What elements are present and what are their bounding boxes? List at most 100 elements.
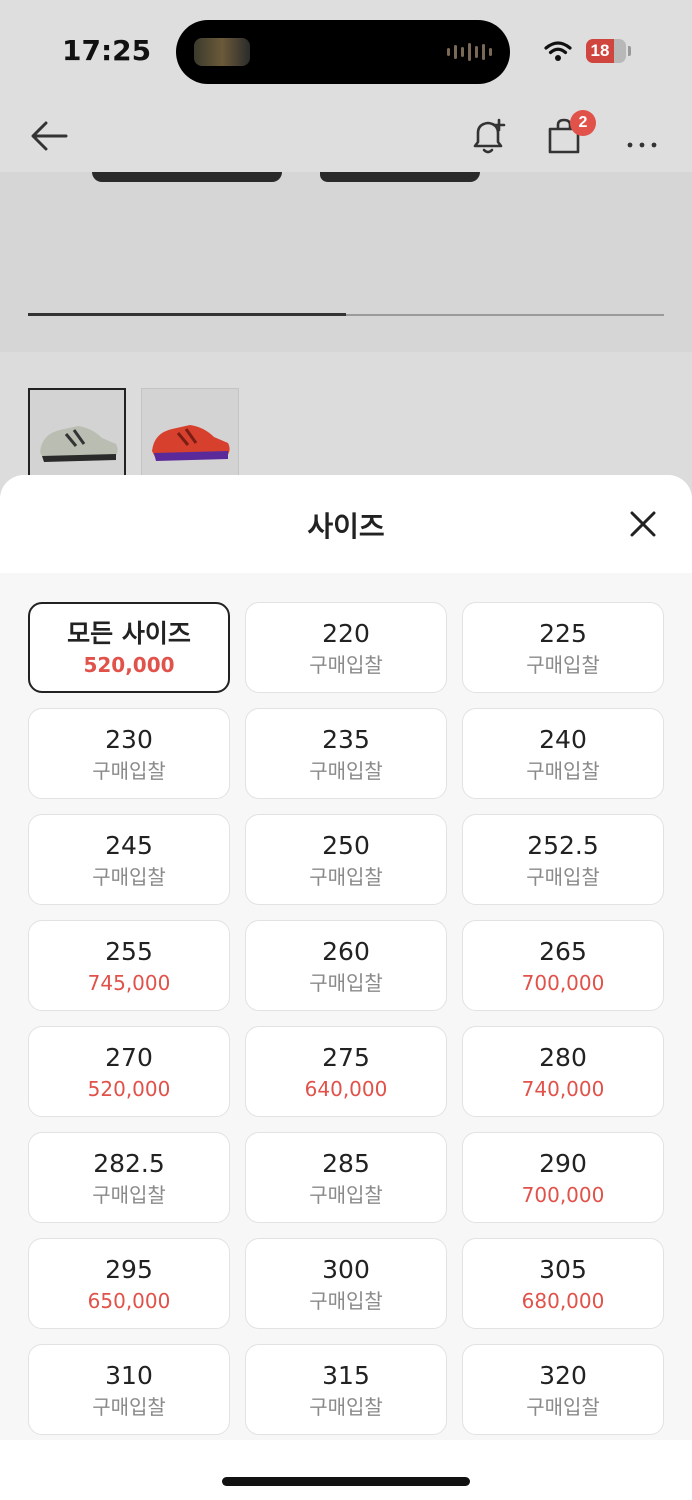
size-bid-label: 구매입찰 — [309, 653, 383, 677]
size-bottom-sheet: 사이즈 모든 사이즈 520,000 220 구매입찰 225 구매입찰 230 구매입찰 23… — [0, 475, 692, 1500]
size-bid-label: 구매입찰 — [526, 1395, 600, 1419]
sneaker-thumbnail-image — [40, 426, 118, 462]
size-label: 250 — [322, 831, 370, 860]
size-bid-label: 구매입찰 — [92, 1183, 166, 1207]
size-label: 270 — [105, 1043, 153, 1072]
size-bid-label: 구매입찰 — [309, 1183, 383, 1207]
close-icon[interactable] — [626, 507, 660, 541]
size-option[interactable]: 265 700,000 — [462, 920, 664, 1011]
size-price: 700,000 — [521, 971, 605, 995]
size-option[interactable]: 240 구매입찰 — [462, 708, 664, 799]
size-label: 240 — [539, 725, 587, 754]
battery-level: 18 — [590, 41, 610, 60]
size-option[interactable]: 220 구매입찰 — [245, 602, 447, 693]
size-option[interactable]: 252.5 구매입찰 — [462, 814, 664, 905]
size-label: 모든 사이즈 — [67, 619, 191, 648]
size-bid-label: 구매입찰 — [309, 759, 383, 783]
size-option[interactable]: 290 700,000 — [462, 1132, 664, 1223]
size-option[interactable]: 255 745,000 — [28, 920, 230, 1011]
home-indicator[interactable] — [222, 1477, 470, 1486]
wifi-icon — [544, 41, 572, 61]
size-label: 245 — [105, 831, 153, 860]
size-option[interactable]: 285 구매입찰 — [245, 1132, 447, 1223]
product-thumbnail[interactable] — [28, 388, 126, 486]
size-label: 280 — [539, 1043, 587, 1072]
size-option[interactable]: 모든 사이즈 520,000 — [28, 602, 230, 693]
size-option[interactable]: 225 구매입찰 — [462, 602, 664, 693]
arrow-left-icon[interactable] — [26, 112, 74, 160]
size-option[interactable]: 295 650,000 — [28, 1238, 230, 1329]
size-price: 640,000 — [304, 1077, 388, 1101]
size-option[interactable]: 305 680,000 — [462, 1238, 664, 1329]
size-label: 285 — [322, 1149, 370, 1178]
size-label: 295 — [105, 1255, 153, 1284]
size-option[interactable]: 235 구매입찰 — [245, 708, 447, 799]
size-price: 745,000 — [87, 971, 171, 995]
size-price: 650,000 — [87, 1289, 171, 1313]
size-label: 275 — [322, 1043, 370, 1072]
now-playing-thumbnail — [194, 38, 250, 66]
cart-count-badge: 2 — [570, 110, 596, 136]
size-bid-label: 구매입찰 — [309, 1289, 383, 1313]
image-progress-track — [28, 313, 664, 316]
product-image-carousel[interactable] — [0, 172, 692, 352]
size-bid-label: 구매입찰 — [309, 971, 383, 995]
size-bid-label: 구매입찰 — [92, 759, 166, 783]
battery-nub — [628, 46, 631, 56]
size-option[interactable]: 310 구매입찰 — [28, 1344, 230, 1435]
size-label: 300 — [322, 1255, 370, 1284]
size-option[interactable]: 270 520,000 — [28, 1026, 230, 1117]
home-indicator-area — [0, 1440, 692, 1500]
bell-plus-icon[interactable] — [464, 112, 512, 160]
product-image — [92, 172, 282, 182]
status-time: 17:25 — [62, 34, 152, 67]
size-label: 230 — [105, 725, 153, 754]
sheet-header: 사이즈 — [0, 475, 692, 573]
size-label: 310 — [105, 1361, 153, 1390]
size-option[interactable]: 280 740,000 — [462, 1026, 664, 1117]
size-bid-label: 구매입찰 — [526, 865, 600, 889]
size-bid-label: 구매입찰 — [309, 1395, 383, 1419]
size-label: 282.5 — [93, 1149, 165, 1178]
size-option[interactable]: 250 구매입찰 — [245, 814, 447, 905]
status-bar: 17:25 18 — [0, 0, 692, 100]
size-option[interactable]: 282.5 구매입찰 — [28, 1132, 230, 1223]
size-price: 700,000 — [521, 1183, 605, 1207]
size-option[interactable]: 275 640,000 — [245, 1026, 447, 1117]
size-price: 520,000 — [87, 1077, 171, 1101]
battery-icon: 18 — [586, 39, 614, 63]
size-label: 320 — [539, 1361, 587, 1390]
size-option[interactable]: 245 구매입찰 — [28, 814, 230, 905]
size-label: 252.5 — [527, 831, 599, 860]
size-label: 290 — [539, 1149, 587, 1178]
size-label: 305 — [539, 1255, 587, 1284]
size-option[interactable]: 230 구매입찰 — [28, 708, 230, 799]
size-label: 315 — [322, 1361, 370, 1390]
more-horizontal-icon[interactable] — [618, 112, 666, 160]
image-progress-fill — [28, 313, 346, 316]
dynamic-island[interactable] — [176, 20, 510, 84]
size-option[interactable]: 300 구매입찰 — [245, 1238, 447, 1329]
size-option[interactable]: 320 구매입찰 — [462, 1344, 664, 1435]
size-label: 220 — [322, 619, 370, 648]
sheet-title: 사이즈 — [307, 510, 385, 543]
size-grid: 모든 사이즈 520,000 220 구매입찰 225 구매입찰 230 구매입찰 235 구매입… — [28, 602, 664, 1435]
size-label: 235 — [322, 725, 370, 754]
top-nav: 2 — [0, 100, 692, 172]
size-option[interactable]: 260 구매입찰 — [245, 920, 447, 1011]
size-bid-label: 구매입찰 — [526, 759, 600, 783]
size-price: 740,000 — [521, 1077, 605, 1101]
sneaker-thumbnail-image — [152, 425, 230, 461]
size-bid-label: 구매입찰 — [92, 865, 166, 889]
size-bid-label: 구매입찰 — [526, 653, 600, 677]
audio-wave-icon — [447, 42, 492, 62]
battery-empty-part — [612, 39, 626, 63]
size-label: 255 — [105, 937, 153, 966]
product-thumbnail[interactable] — [141, 388, 239, 486]
product-image — [320, 172, 480, 182]
size-bid-label: 구매입찰 — [309, 865, 383, 889]
thumbnail-row — [0, 352, 692, 486]
size-option[interactable]: 315 구매입찰 — [245, 1344, 447, 1435]
size-label: 225 — [539, 619, 587, 648]
size-price: 680,000 — [521, 1289, 605, 1313]
